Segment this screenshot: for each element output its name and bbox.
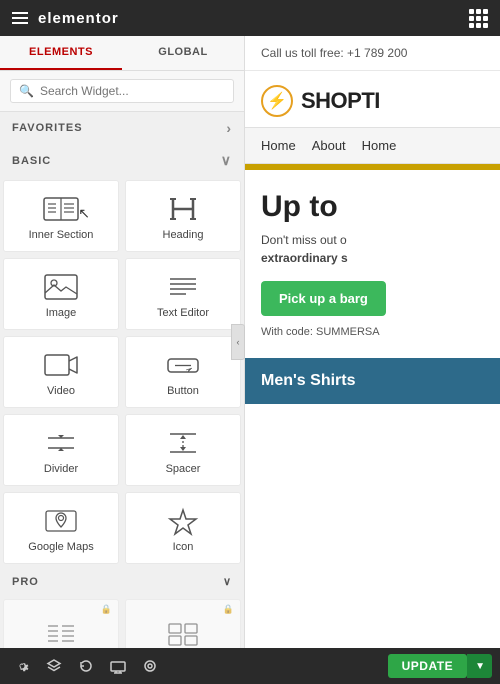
preview-logo-area: ⚡ SHOPTI <box>245 71 500 127</box>
pro-label: PRO <box>12 576 39 588</box>
widget-video-label: Video <box>47 385 75 397</box>
widget-text-editor[interactable]: Text Editor <box>125 258 241 330</box>
basic-label: BASIC <box>12 155 51 167</box>
spacer-icon <box>165 429 201 457</box>
update-wrap: UPDATE ▼ <box>388 654 492 678</box>
right-preview: Call us toll free: +1 789 200 ⚡ SHOPTI H… <box>245 36 500 648</box>
widget-inner-section-label: Inner Section <box>29 229 94 241</box>
hero-title: Up to <box>261 190 484 223</box>
search-input[interactable] <box>40 84 225 98</box>
basic-chevron-icon: ∨ <box>221 152 232 169</box>
pro-icon-1 <box>43 620 79 648</box>
widget-spacer[interactable]: Spacer <box>125 414 241 486</box>
app-title: elementor <box>38 10 119 27</box>
pro-widgets-grid: 🔒 🔒 <box>0 596 244 648</box>
icon-widget-icon <box>165 507 201 535</box>
widget-heading[interactable]: Heading <box>125 180 241 252</box>
search-icon: 🔍 <box>19 84 34 98</box>
nav-item-about: About <box>312 138 346 153</box>
tab-global[interactable]: GLOBAL <box>122 36 244 70</box>
favorites-label: FAVORITES <box>12 122 83 134</box>
lock-icon-1: 🔒 <box>101 604 112 615</box>
widget-icon[interactable]: Icon <box>125 492 241 564</box>
divider-icon <box>43 429 79 457</box>
apps-grid-icon[interactable] <box>469 9 488 28</box>
heading-icon <box>165 195 201 223</box>
pro-widget-2[interactable]: 🔒 <box>125 599 241 648</box>
widget-spacer-label: Spacer <box>166 463 201 475</box>
hero-subtitle: Don't miss out o extraordinary s <box>261 231 484 267</box>
widget-google-maps[interactable]: Google Maps <box>3 492 119 564</box>
widget-text-editor-label: Text Editor <box>157 307 209 319</box>
widget-divider[interactable]: Divider <box>3 414 119 486</box>
nav-item-home: Home <box>261 138 296 153</box>
image-icon <box>43 273 79 301</box>
widgets-grid: Inner Section ↖ Headin <box>0 177 244 567</box>
update-dropdown-button[interactable]: ▼ <box>467 654 492 678</box>
hero-button[interactable]: Pick up a barg <box>261 281 386 316</box>
pro-icon-2 <box>165 620 201 648</box>
favorites-chevron-icon: › <box>226 120 232 136</box>
basic-section-header[interactable]: BASIC ∨ <box>0 144 244 177</box>
menu-icon[interactable] <box>12 12 28 24</box>
preview-logo-text: SHOPTI <box>301 88 380 114</box>
widget-video[interactable]: Video <box>3 336 119 408</box>
widget-image-label: Image <box>46 307 77 319</box>
pro-chevron-icon: ∨ <box>223 575 232 588</box>
logo-bolt-icon: ⚡ <box>261 85 293 117</box>
widget-image[interactable]: Image <box>3 258 119 330</box>
pro-section-header[interactable]: PRO ∨ <box>0 567 244 596</box>
widget-google-maps-label: Google Maps <box>28 541 93 553</box>
panel-collapse-toggle[interactable]: ‹ <box>231 324 245 360</box>
preview-nav: Home About Home <box>245 127 500 164</box>
preview-content: ⚡ SHOPTI Home About Home Up to Don't mis… <box>245 71 500 647</box>
pro-widget-1[interactable]: 🔒 <box>3 599 119 648</box>
history-button[interactable] <box>72 654 100 678</box>
preview-product-banner: Men's Shirts <box>245 358 500 404</box>
call-text: Call us toll free: +1 789 200 <box>261 46 407 60</box>
update-button[interactable]: UPDATE <box>388 654 467 678</box>
favorites-section-header[interactable]: FAVORITES › <box>0 112 244 144</box>
main-layout: ELEMENTS GLOBAL 🔍 FAVORITES › BASIC ∨ <box>0 36 500 648</box>
google-maps-icon <box>43 507 79 535</box>
lock-icon-2: 🔒 <box>223 604 234 615</box>
video-icon <box>43 351 79 379</box>
hero-subtitle-text2: extraordinary s <box>261 251 348 265</box>
preview-hero: Up to Don't miss out o extraordinary s P… <box>245 170 500 350</box>
widget-heading-label: Heading <box>163 229 204 241</box>
left-panel: ELEMENTS GLOBAL 🔍 FAVORITES › BASIC ∨ <box>0 36 245 648</box>
widget-icon-label: Icon <box>173 541 194 553</box>
hero-code: With code: SUMMERSA <box>261 326 484 338</box>
widget-button[interactable]: Button <box>125 336 241 408</box>
widget-button-label: Button <box>167 385 199 397</box>
top-bar: elementor <box>0 0 500 36</box>
button-icon <box>165 351 201 379</box>
nav-item-home2: Home <box>362 138 397 153</box>
text-editor-icon <box>165 273 201 301</box>
settings-button[interactable] <box>8 654 36 678</box>
preview-button[interactable] <box>136 654 164 678</box>
top-bar-left: elementor <box>12 10 119 27</box>
hero-subtitle-text1: Don't miss out o <box>261 233 347 247</box>
layers-button[interactable] <box>40 654 68 678</box>
search-input-wrap: 🔍 <box>10 79 234 103</box>
tab-elements[interactable]: ELEMENTS <box>0 36 122 70</box>
widget-divider-label: Divider <box>44 463 78 475</box>
preview-topbar: Call us toll free: +1 789 200 <box>245 36 500 71</box>
inner-section-icon <box>43 195 79 223</box>
bottom-toolbar: UPDATE ▼ <box>0 648 500 684</box>
search-box: 🔍 <box>0 71 244 112</box>
widget-inner-section[interactable]: Inner Section ↖ <box>3 180 119 252</box>
panel-tabs: ELEMENTS GLOBAL <box>0 36 244 71</box>
top-bar-right <box>469 9 488 28</box>
responsive-button[interactable] <box>104 654 132 678</box>
